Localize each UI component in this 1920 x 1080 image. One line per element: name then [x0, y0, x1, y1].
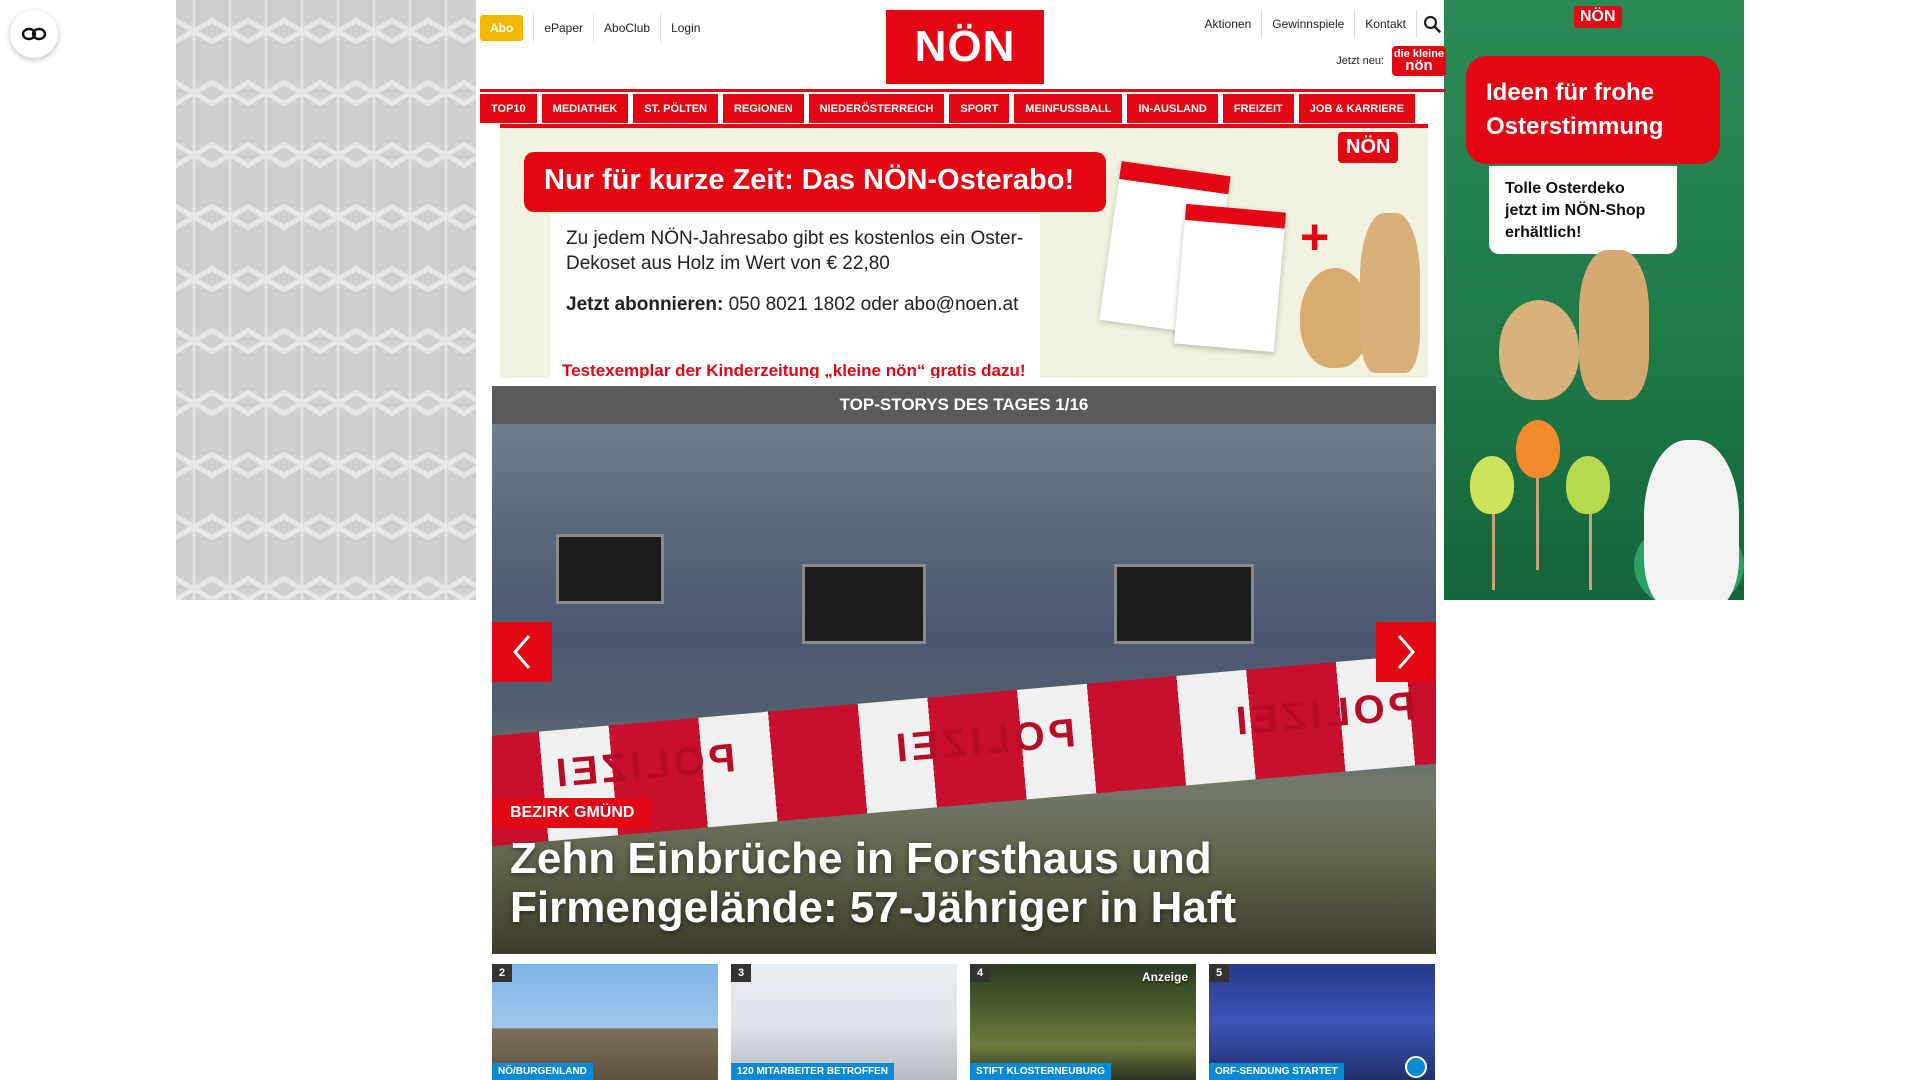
story-thumbnail[interactable]: 4 Anzeige STIFT KLOSTERNEUBURG [970, 964, 1196, 1080]
abo-button[interactable]: Abo [480, 15, 524, 41]
nav-meinfussball[interactable]: MEINFUSSBALL [1014, 94, 1123, 123]
story-thumbnail[interactable]: 5 ORF-SENDUNG STARTET [1209, 964, 1435, 1080]
story-headline[interactable]: Zehn Einbrüche in Forsthaus und Firmenge… [510, 834, 1410, 932]
gewinnspiele-link[interactable]: Gewinnspiele [1261, 10, 1354, 38]
easter-egg-image [1470, 456, 1514, 514]
story-category-badge[interactable]: BEZIRK GMÜND [492, 798, 653, 828]
carousel-next-button[interactable] [1376, 622, 1436, 682]
thumbnail-label: STIFT KLOSTERNEUBURG [970, 1063, 1111, 1080]
aboclub-link[interactable]: AboClub [593, 13, 660, 43]
ad-headline: Ideen für frohe Osterstimmung [1466, 56, 1720, 164]
nav-regionen[interactable]: REGIONEN [722, 94, 804, 123]
anzeige-tag: Anzeige [1141, 970, 1188, 984]
promo-cta-contact: 050 8021 1802 oder abo@noen.at [723, 294, 1019, 315]
thumbnail-label: ORF-SENDUNG STARTET [1209, 1063, 1344, 1080]
nav-mediathek[interactable]: MEDIATHEK [541, 94, 629, 123]
window-image [802, 564, 926, 644]
eye-icon [21, 27, 47, 41]
promo-kinderzeitung-line: Testexemplar der Kinderzeitung „kleine n… [550, 352, 1040, 378]
carousel-prev-button[interactable] [492, 622, 552, 682]
kleine-noen-logo[interactable]: die kleine nön [1392, 46, 1446, 76]
egg-deco-image [1499, 300, 1579, 400]
bunny-deco-image [1579, 250, 1649, 400]
search-icon [1423, 15, 1441, 33]
thumbnail-label: 120 MITARBEITER BETROFFEN [731, 1063, 894, 1080]
ad-note: Tolle Osterdeko jetzt im NÖN-Shop erhält… [1489, 166, 1677, 254]
thumbnail-number: 4 [970, 964, 991, 982]
kids-newspaper-image [1174, 203, 1286, 353]
nav-top10[interactable]: TOP10 [480, 94, 537, 123]
page: NÖN Ideen für frohe Osterstimmung Tolle … [0, 0, 1920, 1080]
jetzt-neu-label: Jetzt neu: [1336, 55, 1384, 67]
noen-logo[interactable]: NÖN [886, 10, 1044, 84]
accessibility-button[interactable] [10, 10, 58, 58]
left-skyscraper-ad[interactable] [176, 0, 476, 600]
main-column: Abo ePaper AboClub Login NÖN Aktionen Ge… [480, 0, 1446, 1080]
promo-text: Zu jedem NÖN-Jahresabo gibt es kostenlos… [566, 228, 1024, 274]
chevron-left-icon [513, 635, 531, 669]
aktionen-link[interactable]: Aktionen [1195, 10, 1262, 38]
thumbnail-number: 5 [1209, 964, 1230, 982]
rabbit-image [1644, 440, 1739, 600]
promo-cta: Jetzt abonnieren: 050 8021 1802 oder abo… [566, 292, 1024, 317]
thumbnail-label: NÖ/BURGENLAND [492, 1063, 593, 1080]
story-thumbnail[interactable]: 2 NÖ/BURGENLAND [492, 964, 718, 1080]
video-icon [1405, 1056, 1427, 1078]
login-link[interactable]: Login [660, 13, 710, 43]
header: Abo ePaper AboClub Login NÖN Aktionen Ge… [480, 0, 1446, 84]
bunny-deco-image [1360, 213, 1420, 373]
kontakt-link[interactable]: Kontakt [1354, 10, 1416, 38]
kleine-noen-logo-bottom: nön [1405, 57, 1433, 74]
window-image [1114, 564, 1254, 644]
nav-st-poelten[interactable]: ST. PÖLTEN [633, 94, 718, 123]
nav-in-ausland[interactable]: IN-AUSLAND [1127, 94, 1218, 123]
search-button[interactable] [1416, 10, 1446, 38]
nav-sport[interactable]: SPORT [949, 94, 1010, 123]
easter-egg-image [1516, 420, 1560, 478]
promo-headline: Nur für kurze Zeit: Das NÖN-Osterabo! [524, 152, 1106, 212]
nav-job-karriere[interactable]: JOB & KARRIERE [1298, 94, 1415, 123]
window-image [556, 534, 664, 604]
nav-niederoesterreich[interactable]: NIEDERÖSTERREICH [808, 94, 945, 123]
plus-icon: + [1300, 209, 1330, 265]
story-thumbnail[interactable]: 3 120 MITARBEITER BETROFFEN [731, 964, 957, 1080]
epaper-link[interactable]: ePaper [533, 13, 593, 43]
header-right-links: Aktionen Gewinnspiele Kontakt [1195, 10, 1446, 38]
jetzt-neu: Jetzt neu: die kleine nön [1336, 46, 1446, 76]
promo-brand-logo: NÖN [1338, 132, 1399, 163]
nav-freizeit[interactable]: FREIZEIT [1222, 94, 1294, 123]
easter-egg-image [1566, 456, 1610, 514]
story-thumbnails: 2 NÖ/BURGENLAND 3 120 MITARBEITER BETROF… [492, 964, 1436, 1080]
osterabo-promo-banner[interactable]: Nur für kurze Zeit: Das NÖN-Osterabo! Zu… [500, 124, 1428, 378]
thumbnail-number: 3 [731, 964, 752, 982]
promo-cta-label: Jetzt abonnieren: [566, 294, 724, 315]
ad-brand-logo: NÖN [1574, 6, 1622, 28]
thumbnail-number: 2 [492, 964, 513, 982]
header-left-links: Abo ePaper AboClub Login [480, 13, 710, 43]
promo-card: Zu jedem NÖN-Jahresabo gibt es kostenlos… [550, 214, 1040, 378]
chevron-right-icon [1397, 635, 1415, 669]
main-navigation: TOP10 MEDIATHEK ST. PÖLTEN REGIONEN NIED… [480, 89, 1446, 123]
top-stories-header: TOP-STORYS DES TAGES 1/16 [492, 386, 1436, 424]
right-skyscraper-ad[interactable]: NÖN Ideen für frohe Osterstimmung Tolle … [1444, 0, 1744, 600]
